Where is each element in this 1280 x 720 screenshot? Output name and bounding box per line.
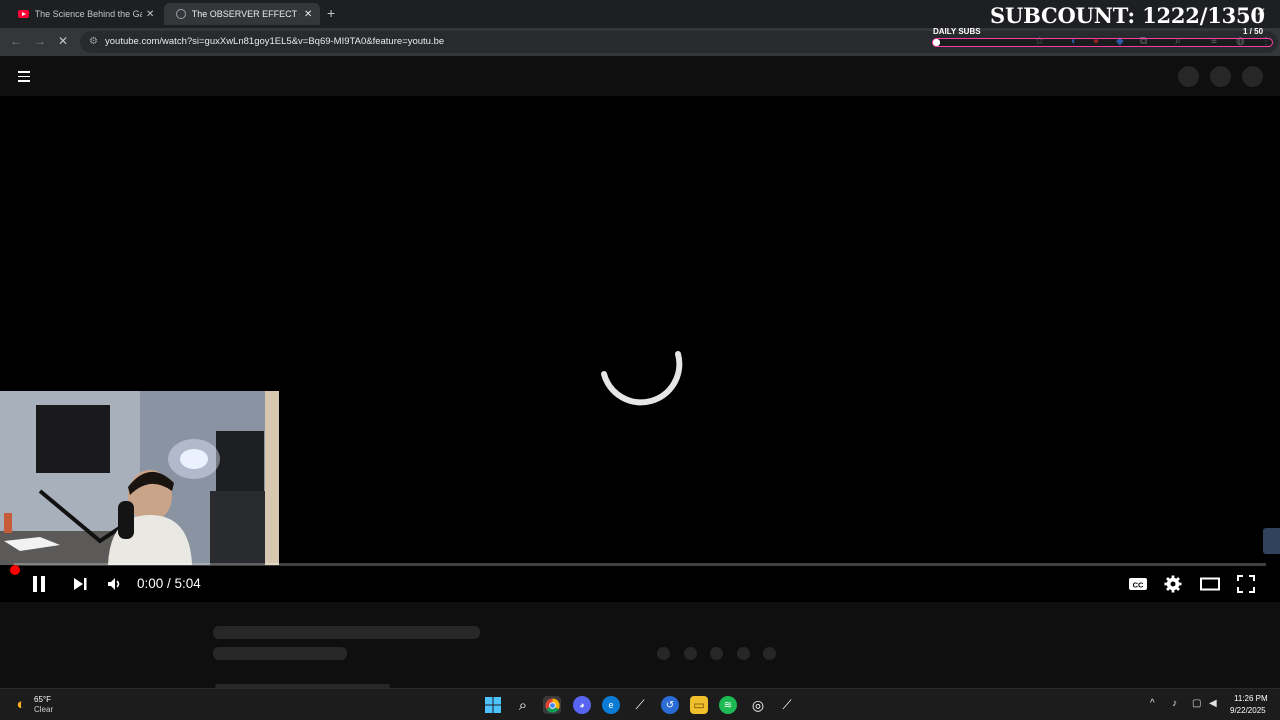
weather-icon[interactable]: ◐ (12, 695, 30, 713)
subcount-overlay: SUBCOUNT: 1222/1350 (990, 3, 1265, 28)
edge-icon[interactable]: e (602, 696, 620, 714)
steam-icon[interactable]: ⟋ (778, 696, 796, 714)
daily-subs-label: DAILY SUBS (933, 27, 981, 36)
action-skeleton (710, 647, 723, 660)
network-icon[interactable]: ▢ (1192, 698, 1201, 709)
tab-title: The Science Behind the Gang W (34, 9, 143, 19)
weather-temperature: 65°F (34, 695, 51, 704)
video-player[interactable]: 0:00 / 5:04 CC (0, 96, 1280, 602)
pause-button[interactable] (31, 574, 47, 594)
channel-skeleton (213, 647, 347, 660)
app-icon[interactable]: ⟋ (631, 696, 649, 714)
time-display: 0:00 / 5:04 (137, 576, 201, 591)
spotify-icon[interactable]: ≋ (719, 696, 737, 714)
svg-text:CC: CC (1133, 581, 1144, 590)
avatar-placeholder[interactable] (1242, 66, 1263, 87)
hamburger-menu-icon[interactable] (18, 71, 30, 85)
tray-overflow-icon[interactable]: ^ (1150, 698, 1155, 709)
new-tab-button[interactable]: + (327, 5, 335, 21)
title-skeleton (213, 626, 480, 639)
channel-watermark[interactable] (1263, 528, 1280, 554)
stop-loading-icon[interactable]: ✕ (58, 34, 68, 48)
settings-button[interactable] (1164, 574, 1182, 594)
theater-icon (1200, 577, 1220, 591)
progress-bar[interactable] (14, 563, 1266, 566)
chrome-icon[interactable] (543, 696, 561, 714)
windows-taskbar: ◐ 65°F Clear ⌕ ◕ e ⟋ ↺ ▭ ≋ ◎ ⟋ ^ ♪ ▢ ◀ 1… (0, 688, 1280, 720)
youtube-icon (18, 10, 29, 18)
create-button-placeholder[interactable] (1178, 66, 1199, 87)
microphone-icon[interactable]: ♪ (1172, 698, 1177, 709)
action-skeleton (684, 647, 697, 660)
clock-time[interactable]: 11:26 PM (1234, 694, 1268, 703)
notifications-placeholder[interactable] (1210, 66, 1231, 87)
volume-icon (108, 578, 120, 590)
scrubber-handle[interactable] (10, 565, 20, 575)
action-skeleton (657, 647, 670, 660)
next-button[interactable] (72, 574, 88, 594)
captions-button[interactable]: CC (1128, 574, 1148, 594)
back-icon[interactable]: ← (10, 34, 22, 48)
file-explorer-icon[interactable]: ▭ (690, 696, 708, 714)
tab-observer-effect[interactable]: The OBSERVER EFFECT of QUA ✕ (164, 3, 320, 25)
daily-subs-fill (933, 39, 940, 46)
fullscreen-icon (1237, 575, 1255, 593)
tab-science-gang[interactable]: The Science Behind the Gang W ✕ (6, 3, 162, 25)
obs-icon[interactable]: ◎ (749, 696, 767, 714)
clock-date[interactable]: 9/22/2025 (1230, 706, 1266, 715)
action-skeleton (737, 647, 750, 660)
loading-spinner-icon (601, 351, 683, 406)
next-icon (74, 578, 87, 590)
fullscreen-button[interactable] (1237, 574, 1255, 594)
webcam-overlay (0, 391, 279, 565)
speaker-icon[interactable]: ◀ (1209, 698, 1217, 709)
globe-icon (176, 9, 186, 19)
search-icon[interactable]: ⌕ (514, 696, 532, 714)
site-info-icon[interactable]: ⚙ (89, 36, 98, 47)
close-tab-icon[interactable]: ✕ (302, 9, 314, 20)
captions-icon: CC (1129, 578, 1147, 590)
daily-subs-bar (932, 38, 1273, 47)
forward-icon[interactable]: → (34, 34, 46, 48)
close-tab-icon[interactable]: ✕ (144, 9, 156, 20)
settings-icon (1164, 575, 1182, 593)
theater-mode-button[interactable] (1200, 574, 1220, 594)
url-text: youtube.com/watch?si=guxXwLn81goy1EL5&v=… (105, 36, 445, 47)
daily-subs-count: 1 / 50 (1243, 27, 1264, 36)
app-icon[interactable]: ↺ (661, 696, 679, 714)
tab-title: The OBSERVER EFFECT of QUA (191, 9, 301, 19)
windows-start-icon[interactable] (484, 696, 502, 714)
action-skeleton (763, 647, 776, 660)
pause-icon (33, 576, 45, 592)
weather-condition: Clear (34, 705, 54, 714)
discord-icon[interactable]: ◕ (573, 696, 591, 714)
youtube-header (0, 56, 1280, 96)
volume-button[interactable] (106, 574, 122, 594)
